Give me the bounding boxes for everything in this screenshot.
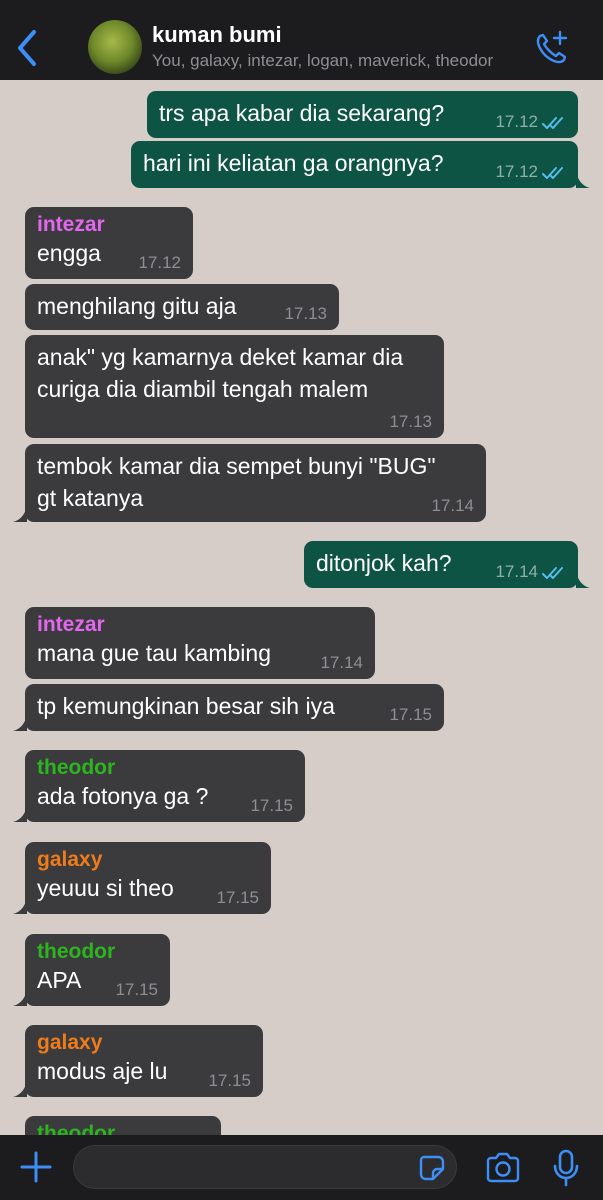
chat-header: kuman bumi You, galaxy, intezar, logan, … [0,0,603,80]
bubble-tail [576,172,590,188]
microphone-icon[interactable] [552,1149,580,1187]
bubble-tail [13,990,27,1006]
message-bubble-outgoing[interactable]: trs apa kabar dia sekarang? 17.12 [147,91,578,138]
message-bubble-incoming[interactable]: galaxy yeuuu si theo 17.15 [13,842,271,914]
message-time: 17.12 [495,112,538,131]
message-time: 17.15 [250,796,293,815]
message-time: 17.14 [431,496,474,515]
sender-name[interactable]: galaxy [37,1031,251,1055]
sticker-icon[interactable] [418,1154,446,1182]
message-time: 17.13 [389,412,432,431]
message-bubble-incoming[interactable]: anak" yg kamarnya deket kamar dia curiga… [25,335,444,438]
sender-name[interactable]: theodor [37,756,293,780]
message-text: tp kemungkinan besar sih iya [37,693,335,719]
message-time: 17.15 [216,888,259,907]
message-time: 17.15 [208,1071,251,1090]
bubble-tail [576,572,590,588]
message-time: 17.13 [284,304,327,323]
sender-name[interactable]: theodor [37,1122,209,1135]
group-avatar[interactable] [88,20,142,74]
message-bubble-incoming[interactable]: menghilang gitu aja 17.13 [25,284,339,330]
bubble-tail [13,806,27,822]
message-list[interactable]: trs apa kabar dia sekarang? 17.12 hari i… [0,80,603,1135]
message-bubble-incoming[interactable]: theodor APA 17.15 [13,934,170,1006]
read-ticks-icon [542,117,563,129]
message-bubble-incoming[interactable]: intezar engga 17.12 [25,207,193,279]
chevron-left-icon[interactable] [14,28,42,68]
sender-name[interactable]: intezar [37,213,181,237]
plus-icon[interactable] [18,1149,54,1185]
message-bubble-incoming[interactable]: tp kemungkinan besar sih iya 17.15 [13,684,444,731]
message-text: anak" yg kamarnya deket kamar dia curiga… [37,344,404,402]
message-composer [0,1135,603,1200]
sender-name[interactable]: galaxy [37,848,259,872]
message-bubble-incoming[interactable]: intezar mana gue tau kambing 17.14 [25,607,375,679]
message-text: mana gue tau kambing [37,640,271,666]
message-time: 17.12 [138,253,181,272]
message-time: 17.14 [495,562,538,581]
message-bubble-outgoing[interactable]: ditonjok kah? 17.14 [304,541,590,588]
message-text: tembok kamar dia sempet bunyi "BUG" gt k… [37,453,436,511]
message-input[interactable] [73,1145,457,1189]
sender-name[interactable]: theodor [37,940,158,964]
group-members[interactable]: You, galaxy, intezar, logan, maverick, t… [152,51,527,71]
message-bubble-incoming[interactable]: theodor [25,1116,221,1135]
message-time: 17.15 [115,980,158,999]
message-bubble-incoming[interactable]: galaxy modus aje lu 17.15 [13,1025,263,1097]
message-time: 17.12 [495,162,538,181]
group-name[interactable]: kuman bumi [152,22,282,48]
read-ticks-icon [542,167,563,179]
sender-name[interactable]: intezar [37,613,363,637]
read-ticks-icon [542,567,563,579]
camera-icon[interactable] [484,1151,522,1185]
bubble-tail [13,715,27,731]
message-time: 17.15 [389,705,432,724]
message-time: 17.14 [320,653,363,672]
phone-plus-icon[interactable] [532,28,572,68]
bubble-tail [13,1081,27,1097]
bubble-tail [13,898,27,914]
message-bubble-incoming[interactable]: theodor ada fotonya ga ? 17.15 [13,750,305,822]
message-bubble-incoming[interactable]: tembok kamar dia sempet bunyi "BUG" gt k… [13,444,486,522]
bubble-tail [13,506,27,522]
message-bubble-outgoing[interactable]: hari ini keliatan ga orangnya? 17.12 [131,141,590,188]
